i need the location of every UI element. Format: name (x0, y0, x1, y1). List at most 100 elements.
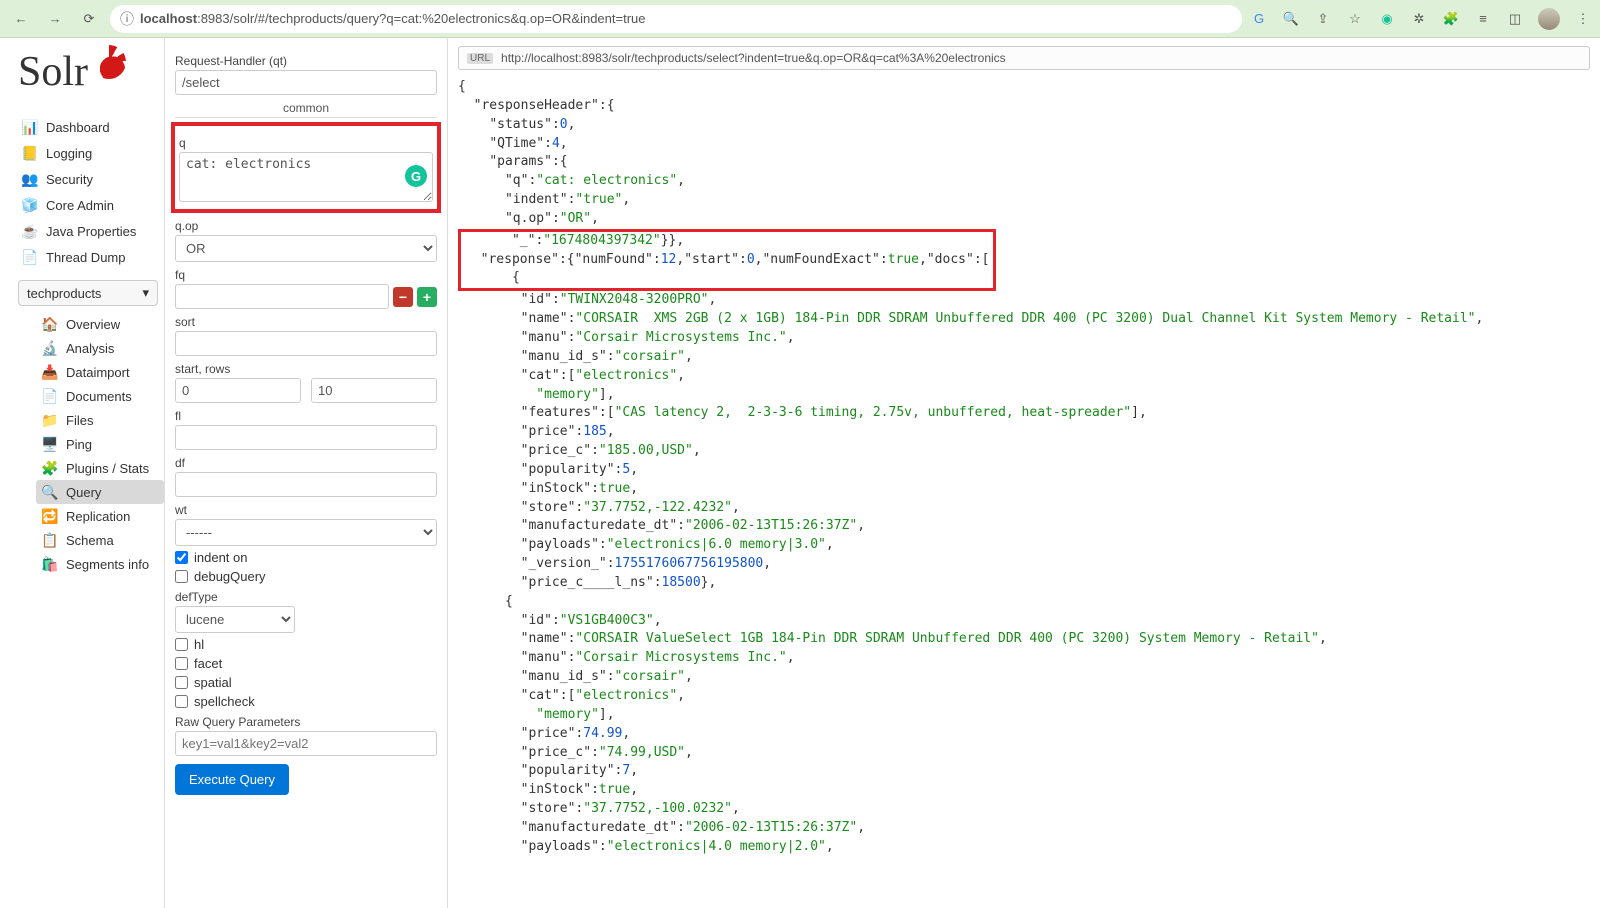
fq-label: fq (175, 268, 437, 282)
share-icon[interactable]: ⇪ (1314, 10, 1332, 28)
subnav-item[interactable]: 🖥️ Ping (36, 432, 164, 456)
df-input[interactable] (175, 472, 437, 497)
qop-label: q.op (175, 219, 437, 233)
debugquery-checkbox[interactable] (175, 570, 188, 583)
browser-toolbar: ← → ⟳ ⓘ localhost:8983/solr/#/techproduc… (0, 0, 1600, 38)
subnav-item[interactable]: 📁 Files (36, 408, 164, 432)
core-selector[interactable]: techproducts ▾ (18, 280, 158, 306)
nav-label: Core Admin (46, 198, 114, 213)
sidepanel-icon[interactable]: ◫ (1506, 10, 1524, 28)
site-info-icon[interactable]: ⓘ (120, 9, 134, 29)
nav-icon: 🧊 (22, 197, 38, 213)
subnav-item[interactable]: 📥Dataimport (36, 360, 164, 384)
nav-label: Thread Dump (46, 250, 125, 265)
back-button[interactable]: ← (8, 6, 34, 32)
nav-label: Dashboard (46, 120, 110, 135)
fq-input[interactable] (175, 284, 389, 309)
result-pane: URL http://localhost:8983/solr/techprodu… (448, 38, 1600, 908)
profile-avatar[interactable] (1538, 8, 1560, 30)
subnav-item[interactable]: 🔬Analysis (36, 336, 164, 360)
request-url-bar[interactable]: URL http://localhost:8983/solr/techprodu… (458, 46, 1590, 70)
core-selected-label: techproducts (27, 286, 101, 301)
subnav-item[interactable]: 📄 Documents (36, 384, 164, 408)
logo-text: Solr (18, 48, 88, 96)
sort-input[interactable] (175, 331, 437, 356)
nav-label: Java Properties (46, 224, 136, 239)
grammarly-ext-icon[interactable]: ◉ (1378, 10, 1396, 28)
nav-icon: 📁 (42, 412, 58, 428)
debugquery-label: debugQuery (194, 569, 266, 584)
spellcheck-checkbox[interactable] (175, 695, 188, 708)
common-section-header: common (175, 101, 437, 118)
nav-icon: 🔬 (42, 340, 58, 356)
address-bar[interactable]: ⓘ localhost:8983/solr/#/techproducts/que… (110, 5, 1242, 33)
nav-icon: 🏠 (42, 316, 58, 332)
rows-input[interactable] (311, 378, 437, 403)
deftype-label: defType (175, 590, 437, 604)
qop-select[interactable]: OR (175, 235, 437, 262)
hl-checkbox[interactable] (175, 638, 188, 651)
spatial-checkbox[interactable] (175, 676, 188, 689)
fq-add-button[interactable]: + (417, 287, 437, 307)
search-icon[interactable]: 🔍 (1282, 10, 1300, 28)
url-host: localhost (140, 11, 197, 26)
nav-item[interactable]: 👥Security (18, 166, 164, 192)
reload-button[interactable]: ⟳ (76, 6, 102, 32)
deftype-select[interactable]: lucene (175, 606, 295, 633)
subnav-item[interactable]: 🛍️Segments info (36, 552, 164, 576)
nav-icon: 🔁 (42, 508, 58, 524)
nav-label: Plugins / Stats (66, 461, 149, 476)
raw-params-input[interactable] (175, 731, 437, 756)
chevron-down-icon: ▾ (142, 285, 149, 301)
extensions-icon[interactable]: 🧩 (1442, 10, 1460, 28)
indent-checkbox[interactable] (175, 551, 188, 564)
facet-checkbox[interactable] (175, 657, 188, 670)
bookmark-icon[interactable]: ☆ (1346, 10, 1364, 28)
subnav-item[interactable]: 📋 Schema (36, 528, 164, 552)
nav-label: Files (66, 413, 93, 428)
nav-icon: 📋 (42, 532, 58, 548)
nav-label: Documents (66, 389, 132, 404)
nav-label: Schema (66, 533, 114, 548)
q-input[interactable] (179, 152, 433, 202)
sort-label: sort (175, 315, 437, 329)
nav-icon: 🖥️ (42, 436, 58, 452)
grammarly-icon[interactable]: G (405, 165, 427, 187)
start-rows-label: start, rows (175, 362, 437, 376)
nav-label: Ping (66, 437, 92, 452)
request-url-text: http://localhost:8983/solr/techproducts/… (501, 51, 1006, 65)
gear-icon[interactable]: ✲ (1410, 10, 1428, 28)
nav-item[interactable]: 📊 Dashboard (18, 114, 164, 140)
subnav-item[interactable]: 🧩 Plugins / Stats (36, 456, 164, 480)
nav-icon: 📄 (42, 388, 58, 404)
spatial-label: spatial (194, 675, 232, 690)
start-input[interactable] (175, 378, 301, 403)
facet-label: facet (194, 656, 222, 671)
subnav-item[interactable]: 🏠 Overview (36, 312, 164, 336)
menu-icon[interactable]: ⋮ (1574, 10, 1592, 28)
nav-icon: 🔍 (42, 484, 58, 500)
fq-remove-button[interactable]: − (393, 287, 413, 307)
request-handler-input[interactable] (175, 70, 437, 95)
nav-item[interactable]: 📄Thread Dump (18, 244, 164, 270)
logo-sun-icon (92, 45, 126, 79)
subnav-item[interactable]: 🔍Query (36, 480, 164, 504)
nav-icon: 🧩 (42, 460, 58, 476)
solr-logo: Solr (18, 48, 164, 96)
q-highlight-box: q G (171, 122, 441, 213)
nav-item[interactable]: ☕Java Properties (18, 218, 164, 244)
forward-button[interactable]: → (42, 6, 68, 32)
fl-input[interactable] (175, 425, 437, 450)
execute-query-button[interactable]: Execute Query (175, 764, 289, 795)
playlist-icon[interactable]: ≡ (1474, 10, 1492, 28)
nav-label: Overview (66, 317, 120, 332)
subnav-item[interactable]: 🔁Replication (36, 504, 164, 528)
nav-item[interactable]: 📒Logging (18, 140, 164, 166)
nav-icon: 📊 (22, 119, 38, 135)
wt-select[interactable]: ------ (175, 519, 437, 546)
nav-icon: 📒 (22, 145, 38, 161)
nav-item[interactable]: 🧊 Core Admin (18, 192, 164, 218)
hl-label: hl (194, 637, 204, 652)
google-icon[interactable]: G (1250, 10, 1268, 28)
query-form: Request-Handler (qt) common q G q.op OR … (164, 38, 448, 908)
